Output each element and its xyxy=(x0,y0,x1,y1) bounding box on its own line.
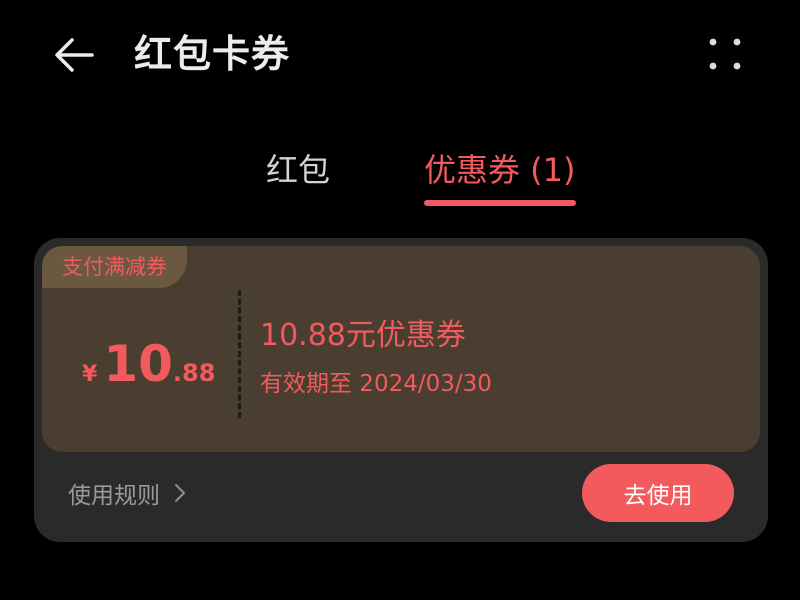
arrow-left-icon xyxy=(55,38,94,72)
back-button[interactable] xyxy=(46,30,102,80)
usage-rules-link[interactable]: 使用规则 xyxy=(68,476,186,510)
coupon-validity: 有效期至 2024/03/30 xyxy=(260,371,492,397)
coupon-amount: ¥ 10 .88 xyxy=(82,336,215,392)
chevron-right-icon xyxy=(174,483,186,503)
amount-decimal: .88 xyxy=(172,359,216,387)
usage-rules-label: 使用规则 xyxy=(68,483,160,509)
coupon-divider xyxy=(238,290,241,418)
coupon-card[interactable]: 支付满减券 ¥ 10 .88 10.88元优惠券 有效期至 2024/03/30… xyxy=(34,238,768,542)
coupon-type-badge: 支付满减券 xyxy=(42,246,187,288)
coupon-name: 10.88元优惠券 xyxy=(260,318,466,353)
more-dots-icon xyxy=(709,38,741,70)
more-options-button[interactable] xyxy=(700,32,750,76)
amount-integer: 10 xyxy=(103,335,173,393)
use-coupon-button[interactable]: 去使用 xyxy=(582,464,734,522)
tab-coupons[interactable]: 优惠券 (1) xyxy=(424,148,576,192)
page-title: 红包卡券 xyxy=(134,32,291,76)
coupon-card-body: 支付满减券 ¥ 10 .88 10.88元优惠券 有效期至 2024/03/30 xyxy=(42,246,760,452)
currency-symbol: ¥ xyxy=(82,362,98,387)
page: 红包卡券 红包 优惠券 (1) 支付满减券 ¥ 10 .88 10.88元优惠券… xyxy=(0,0,800,600)
active-tab-indicator xyxy=(424,200,576,206)
tab-red-packet[interactable]: 红包 xyxy=(266,148,330,192)
